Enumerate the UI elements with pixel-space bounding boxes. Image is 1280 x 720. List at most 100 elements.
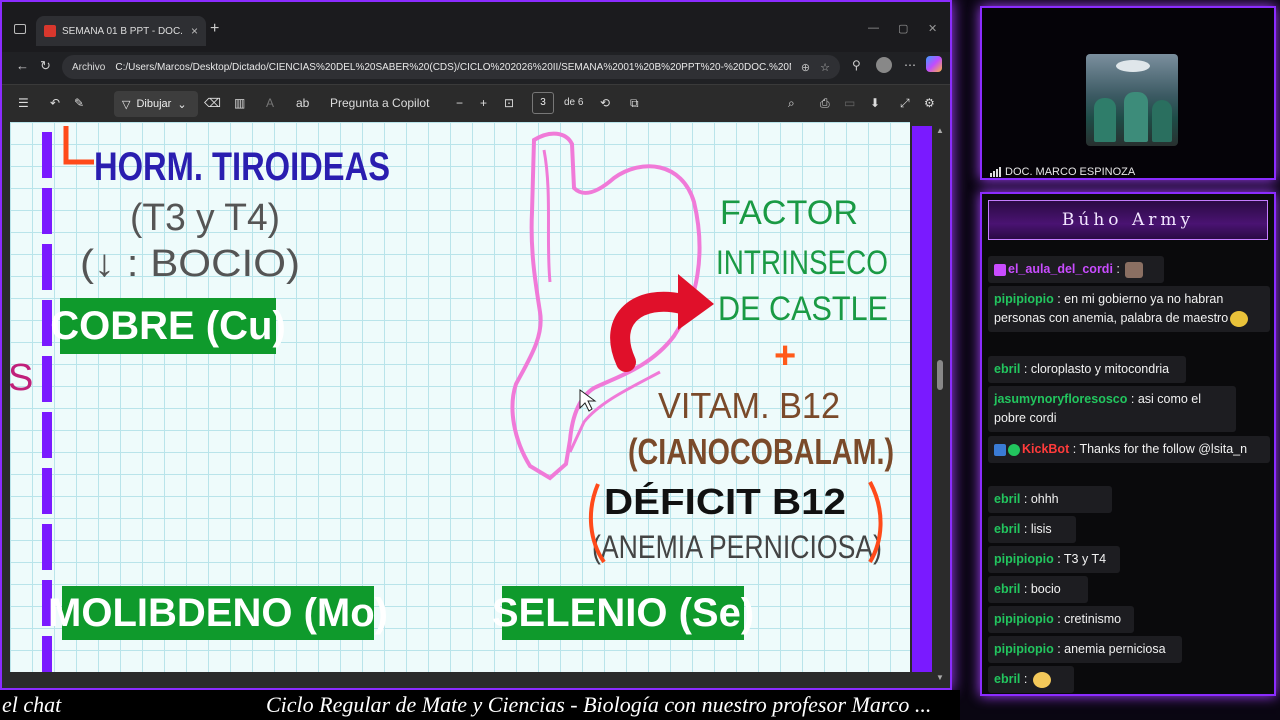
back-icon[interactable]: ← [16, 58, 29, 73]
chat-message: ebril : lisis [988, 516, 1076, 543]
chat-message: KickBot : Thanks for the follow @lsita_n [988, 436, 1270, 463]
chat-message: ebril : bocio [988, 576, 1088, 603]
hw-t3t4: (T3 y T4) [130, 197, 280, 239]
chat-message: ebril : cloroplasto y mitocondria [988, 356, 1186, 383]
save-icon[interactable]: ▭ [844, 96, 855, 110]
bottom-ticker: el chat Ciclo Regular de Mate y Ciencias… [0, 690, 960, 720]
print-icon[interactable]: ⎙ [820, 96, 830, 111]
chat-username[interactable]: pipipiopio [994, 552, 1054, 566]
chat-username[interactable]: jasumynoryfloresosco [994, 392, 1127, 406]
hw-edge-fragment: S [10, 357, 33, 399]
hw-cianocobalam: (CIANOCOBALAM.) [628, 431, 894, 472]
chat-username[interactable]: KickBot [1022, 442, 1069, 456]
copilot-button[interactable]: Pregunta a Copilot [330, 96, 429, 110]
chat-username[interactable]: ebril [994, 522, 1020, 536]
bookmark-star-icon[interactable]: ☆ [820, 61, 830, 74]
hw-bocio: (↓ : BOCIO) [80, 243, 300, 285]
text-icon[interactable]: A [266, 96, 274, 110]
emote-icon [1230, 310, 1249, 327]
chat-text: ohhh [1030, 492, 1059, 506]
pen-icon: ▽ [122, 98, 131, 111]
menu-icon[interactable]: ⋯ [904, 58, 916, 72]
webcam-video [1086, 54, 1178, 146]
tab-title: SEMANA 01 B PPT - DOC. MARCO [62, 25, 185, 37]
zoom-out-icon[interactable]: − [456, 96, 463, 110]
chat-username[interactable]: ebril [994, 582, 1020, 596]
address-bar-row: ← ↻ Archivo C:/Users/Marcos/Desktop/Dict… [2, 52, 950, 82]
settings-icon[interactable]: ⚙ [924, 96, 935, 110]
fullscreen-icon[interactable]: ⤢ [900, 96, 910, 111]
minimize-icon[interactable]: — [868, 22, 879, 34]
chat-title: Búho Army [1061, 210, 1195, 230]
draw-label: Dibujar [136, 98, 172, 110]
close-tab-icon[interactable]: × [191, 24, 198, 38]
chat-messages: el_aula_del_cordi : pipipiopio : en mi g… [988, 250, 1272, 694]
url-text[interactable]: C:/Users/Marcos/Desktop/Dictado/CIENCIAS… [115, 62, 791, 73]
chat-username[interactable]: ebril [994, 672, 1020, 686]
extensions-icon[interactable]: ⚲ [852, 58, 861, 72]
chevron-down-icon: ⌄ [177, 98, 187, 111]
rotate-icon[interactable]: ⟲ [600, 96, 610, 110]
close-window-icon[interactable]: ✕ [928, 22, 937, 35]
vertical-scrollbar[interactable]: ▲ ▼ [934, 126, 946, 682]
chat-username[interactable]: pipipiopio [994, 292, 1054, 306]
new-tab-icon[interactable]: + [210, 20, 219, 38]
pdf-icon [44, 25, 56, 37]
pdf-toolbar: ☰ ↶ ✎ ▽ Dibujar ⌄ ⌫ ▥ A ab Pregunta a Co… [2, 84, 950, 122]
scroll-up-icon[interactable]: ▲ [936, 126, 944, 135]
maximize-icon[interactable]: ▢ [898, 22, 908, 35]
read-aloud-icon[interactable]: ab [296, 96, 309, 110]
chat-message: pipipiopio : anemia perniciosa [988, 636, 1182, 663]
chat-username[interactable]: pipipiopio [994, 642, 1054, 656]
hw-anemia: (ANEMIA PERNICIOSA) [592, 529, 882, 565]
selenio-label: SELENIO (Se) [492, 586, 754, 640]
reload-icon[interactable]: ↻ [40, 58, 51, 74]
chat-username[interactable]: pipipiopio [994, 612, 1054, 626]
emote-icon [1032, 671, 1051, 688]
profile-avatar-icon[interactable] [876, 57, 892, 73]
page-number-input[interactable]: 3 [532, 92, 554, 114]
chat-text: bocio [1030, 582, 1061, 596]
hw-castle: DE CASTLE [718, 290, 888, 328]
fit-page-icon[interactable]: ⊡ [504, 96, 514, 110]
eraser-icon[interactable]: ⌫ [204, 96, 221, 110]
scroll-thumb[interactable] [937, 360, 943, 390]
chat-username[interactable]: ebril [994, 492, 1020, 506]
chat-message: el_aula_del_cordi : [988, 256, 1164, 283]
search-icon[interactable]: ⌕ [788, 96, 795, 111]
scroll-down-icon[interactable]: ▼ [936, 673, 944, 682]
chat-message: pipipiopio : T3 y T4 [988, 546, 1120, 573]
chat-username[interactable]: ebril [994, 362, 1020, 376]
undo-icon[interactable]: ↶ [50, 96, 60, 110]
highlight-icon[interactable]: ✎ [74, 96, 84, 110]
hw-intrinseco: INTRINSECO [716, 244, 888, 282]
hw-plus: + [774, 335, 796, 377]
bot-badge-icon [994, 443, 1006, 456]
chat-message: ebril : [988, 666, 1074, 693]
hw-deficit: DÉFICIT B12 [604, 481, 846, 522]
webcam-panel: DOC. MARCO ESPINOZA [980, 6, 1276, 180]
contents-icon[interactable]: ☰ [18, 96, 29, 110]
chat-text: Thanks for the follow @lsita_n [1079, 442, 1248, 456]
tab-bar: SEMANA 01 B PPT - DOC. MARCO × + — ▢ ✕ [2, 2, 950, 52]
save-as-icon[interactable]: ⬇ [870, 96, 880, 110]
page-view-icon[interactable]: ⧉ [630, 96, 639, 111]
view-icon[interactable]: ▥ [234, 96, 245, 110]
tab-pdf[interactable]: SEMANA 01 B PPT - DOC. MARCO × [36, 16, 206, 46]
chat-text: lisis [1030, 522, 1052, 536]
stream-overlay: SEMANA 01 B PPT - DOC. MARCO × + — ▢ ✕ ←… [0, 0, 1280, 720]
hw-hormonas: HORM. TIROIDEAS [94, 145, 390, 189]
chat-message: pipipiopio : cretinismo [988, 606, 1134, 633]
chat-username[interactable]: el_aula_del_cordi [1008, 262, 1113, 276]
zoom-in-icon[interactable]: + [480, 96, 487, 110]
cobre-label: COBRE (Cu) [50, 298, 286, 354]
emote-icon [1125, 261, 1144, 278]
chat-message: ebril : ohhh [988, 486, 1112, 513]
zoom-icon[interactable]: ⊕ [801, 61, 810, 74]
chat-text: cloroplasto y mitocondria [1030, 362, 1170, 376]
tab-actions-icon[interactable] [14, 24, 26, 34]
draw-button[interactable]: ▽ Dibujar ⌄ [114, 91, 198, 117]
omnibox[interactable]: Archivo C:/Users/Marcos/Desktop/Dictado/… [62, 55, 840, 79]
ticker-main-text: Ciclo Regular de Mate y Ciencias - Biolo… [266, 692, 932, 717]
copilot-icon[interactable] [926, 56, 942, 72]
